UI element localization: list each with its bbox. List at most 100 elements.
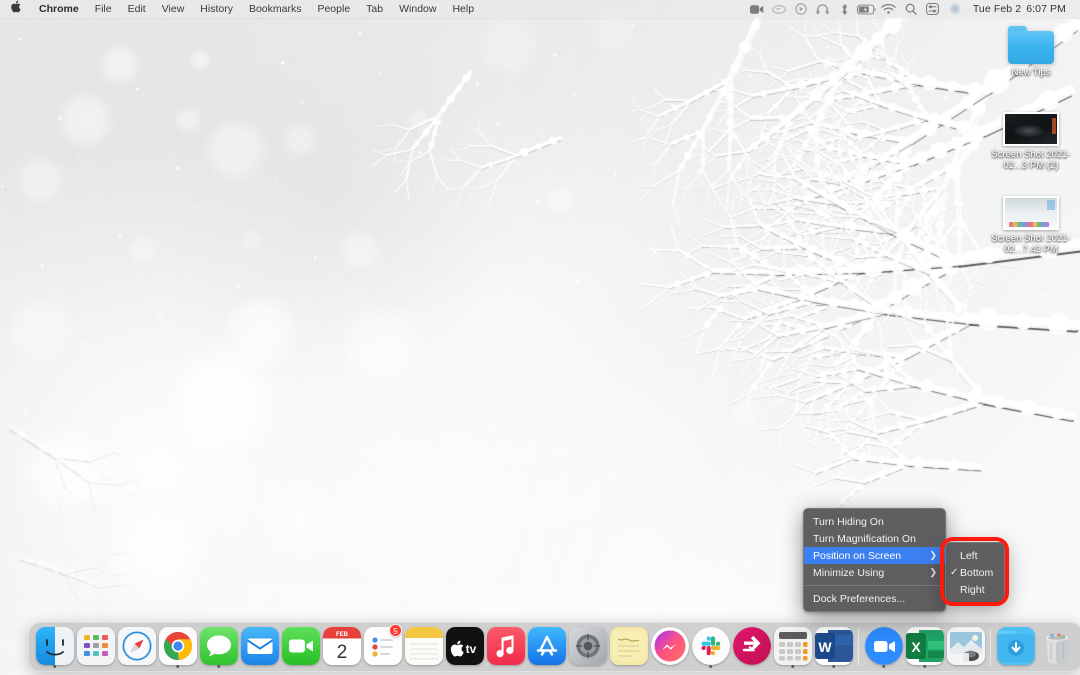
dock-item-reminders[interactable]: 5 [362,625,403,669]
dock-item-calendar[interactable]: FEB 2 [321,625,362,669]
context-menu-separator [804,585,945,586]
chevron-right-icon: ❯ [929,551,937,560]
submenu-item-bottom[interactable]: ✓ Bottom [946,564,1004,581]
dock-item-system-preferences[interactable] [567,625,608,669]
headphones-icon[interactable] [812,0,834,18]
running-indicator [923,665,927,669]
shortcuts-icon [733,627,771,665]
running-indicator [53,665,57,669]
running-indicator [709,665,713,669]
running-indicator [882,665,886,669]
dock-item-finder[interactable] [34,625,75,669]
siri-icon[interactable] [944,0,966,18]
mail-icon [241,627,279,665]
desktop-icon-label: Screen Shot 2021-02...7.43 PM [983,233,1079,255]
context-menu-item-minimize-using[interactable]: Minimize Using ❯ [804,564,945,581]
dock-item-mail[interactable] [239,625,280,669]
clock-time: 6:07 PM [1026,3,1066,15]
folder-icon [1008,26,1054,64]
dock-item-word[interactable]: W [813,625,854,669]
menu-item-help[interactable]: Help [444,0,482,18]
dock-item-slack[interactable] [690,625,731,669]
chevron-right-icon: ❯ [929,568,937,577]
music-icon [487,627,525,665]
context-menu-item-turn-hiding-on[interactable]: Turn Hiding On [804,513,945,530]
notes-icon [405,627,443,665]
chrome-icon [159,627,197,665]
menu-item-people[interactable]: People [309,0,358,18]
system-preferences-gear-icon [569,627,607,665]
creative-cloud-icon[interactable] [768,0,790,18]
dock-item-notes[interactable] [403,625,444,669]
spotlight-search-icon[interactable] [900,0,922,18]
checkmark-icon: ✓ [950,568,958,578]
wifi-icon[interactable] [878,0,900,18]
safari-icon [118,627,156,665]
screenshot-file-2[interactable]: Screen Shot 2021-02...7.43 PM [983,196,1079,255]
dock-item-launchpad[interactable] [75,625,116,669]
screenshot-thumbnail-light-icon [1003,196,1059,230]
new-tips-folder[interactable]: New Tips [983,26,1079,78]
screenshot-file-1[interactable]: Screen Shot 2021-02...3 PM (2) [983,112,1079,171]
running-indicator [176,665,180,669]
dock-item-excel[interactable]: X [904,625,945,669]
microsoft-excel-icon: X [906,627,944,665]
menu-item-file[interactable]: File [87,0,120,18]
dock-item-music[interactable] [485,625,526,669]
dock-item-facetime[interactable] [280,625,321,669]
dock-item-messages[interactable] [198,625,239,669]
menu-item-view[interactable]: View [154,0,193,18]
menu-bar-clock[interactable]: Tue Feb 2 6:07 PM [966,0,1071,18]
menu-item-window[interactable]: Window [391,0,444,18]
dock-item-zoom[interactable] [863,625,904,669]
running-indicator [791,665,795,669]
dock-item-chrome[interactable] [157,625,198,669]
context-menu-item-dock-preferences[interactable]: Dock Preferences... [804,590,945,607]
finder-icon [36,627,74,665]
svg-text:FEB: FEB [336,632,349,638]
dock-item-safari[interactable] [116,625,157,669]
battery-icon[interactable] [856,0,878,18]
apple-logo-icon[interactable] [9,0,31,18]
desktop-icon-label: Screen Shot 2021-02...3 PM (2) [983,149,1079,171]
apple-tv-icon: tv [446,627,484,665]
dock-item-preview[interactable] [945,625,986,669]
clock-date: Tue Feb 2 [973,3,1021,15]
dock-item-calculator[interactable] [772,625,813,669]
screen-recording-icon[interactable] [790,0,812,18]
preview-icon [947,627,985,665]
submenu-item-right[interactable]: Right [946,581,1004,598]
context-menu-item-label: Position on Screen [813,550,901,562]
dock-context-menu: Turn Hiding On Turn Magnification On Pos… [803,508,946,612]
dock-item-trash[interactable] [1036,625,1077,669]
menu-item-bookmarks[interactable]: Bookmarks [241,0,310,18]
dock-item-shortcuts[interactable] [731,625,772,669]
bluetooth-icon[interactable] [834,0,856,18]
screenshot-thumbnail-dark-icon [1003,112,1059,146]
dock-item-appletv[interactable]: tv [444,625,485,669]
menu-item-history[interactable]: History [192,0,241,18]
menu-item-tab[interactable]: Tab [358,0,391,18]
running-indicator [217,665,221,669]
context-menu-item-position-on-screen[interactable]: Position on Screen ❯ [804,547,945,564]
menu-item-chrome[interactable]: Chrome [31,0,87,18]
stickies-icon [610,627,648,665]
svg-text:W: W [818,639,832,655]
context-menu-item-turn-magnification-on[interactable]: Turn Magnification On [804,530,945,547]
dock-item-downloads-folder[interactable] [995,625,1036,669]
dock-item-messenger[interactable] [649,625,690,669]
dock: FEB 2 5 tv [28,622,1080,672]
dock-item-appstore[interactable] [526,625,567,669]
app-store-icon [528,627,566,665]
control-center-icon[interactable] [922,0,944,18]
zoom-meeting-icon[interactable] [746,0,768,18]
submenu-item-label: Bottom [960,567,993,579]
menu-item-edit[interactable]: Edit [120,0,154,18]
submenu-item-left[interactable]: Left [946,547,1004,564]
dock-item-stickies[interactable] [608,625,649,669]
running-indicator [832,665,836,669]
reminders-badge: 5 [389,624,402,637]
menu-bar: Chrome File Edit View History Bookmarks … [0,0,1080,18]
microsoft-word-icon: W [815,627,853,665]
context-menu-item-label: Turn Magnification On [813,533,916,545]
